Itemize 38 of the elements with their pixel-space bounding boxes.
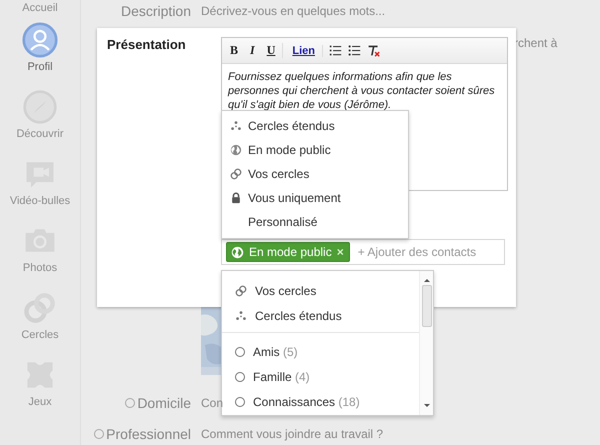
menu-item[interactable]: Vous uniquement <box>222 186 408 210</box>
bold-button[interactable]: B <box>227 43 242 58</box>
bullet-list-icon[interactable] <box>348 44 361 57</box>
menu-item[interactable]: En mode public <box>222 138 408 162</box>
compass-icon <box>22 89 58 125</box>
menu-item[interactable]: Personnalisé <box>222 210 408 234</box>
circle-option[interactable]: Famille (4) <box>222 364 419 389</box>
field-label: Professionnel <box>106 426 191 442</box>
field-label: Description <box>120 3 192 19</box>
radio-button[interactable] <box>235 346 245 356</box>
field-label: Domicile <box>137 395 191 411</box>
extended-circles-icon <box>230 120 242 132</box>
description-field[interactable]: Décrivez-vous en quelques mots... <box>201 4 481 18</box>
clear-format-icon[interactable] <box>366 44 380 57</box>
radio-button[interactable] <box>125 398 136 408</box>
contact-field[interactable]: Comment vous joindre au travail ? <box>201 427 436 441</box>
profile-icon <box>22 22 58 58</box>
radio-button[interactable] <box>94 429 104 439</box>
numbered-list-icon[interactable] <box>328 44 342 57</box>
add-contacts-placeholder: + Ajouter des contacts <box>358 245 476 259</box>
menu-item[interactable]: Cercles étendus <box>222 114 408 138</box>
circle-option[interactable]: Amis (5) <box>222 339 419 364</box>
menu-item[interactable]: Vos cercles <box>222 162 408 186</box>
scrollbar[interactable] <box>419 271 433 415</box>
radio-button[interactable] <box>235 396 245 406</box>
globe-icon <box>231 246 244 258</box>
menu-item[interactable]: Vos cercles <box>222 278 419 303</box>
underline-button[interactable]: U <box>264 43 284 58</box>
link-button[interactable]: Lien <box>289 44 323 56</box>
radio-button[interactable] <box>235 372 245 382</box>
extended-circles-icon <box>235 310 247 322</box>
lock-icon <box>230 192 242 204</box>
menu-item[interactable]: Cercles étendus <box>222 303 419 328</box>
circles-icon <box>230 168 242 180</box>
italic-button[interactable]: I <box>247 43 258 58</box>
section-title: Présentation <box>107 37 186 52</box>
globe-icon <box>230 144 242 156</box>
circles-icon <box>235 284 247 296</box>
